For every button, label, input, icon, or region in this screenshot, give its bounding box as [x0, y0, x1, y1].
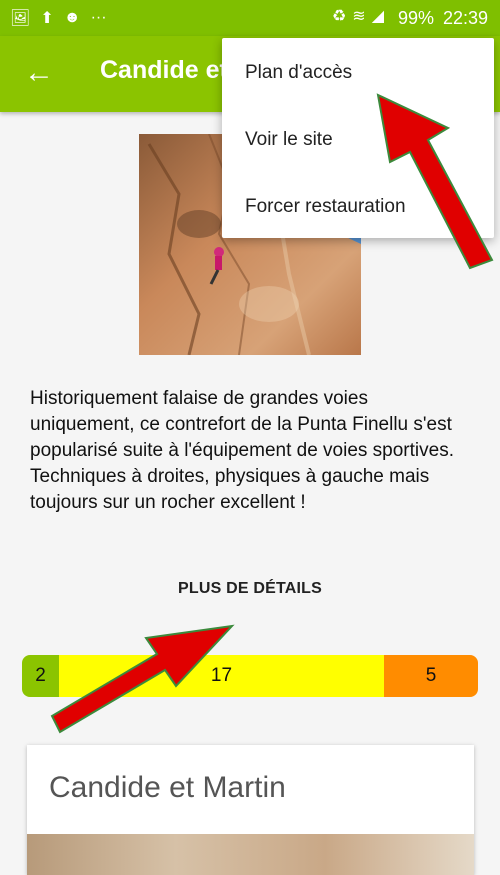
sector-card-photo [27, 834, 474, 875]
smiley-icon: ☻ [63, 9, 81, 26]
status-bar: 🖼 ⬆ ☻ ··· ♻ ≋ ◢ 99% 22:39 [0, 0, 500, 36]
upload-icon: ⬆ [40, 10, 54, 27]
level-segment-hard: 5 [384, 655, 478, 697]
level-segment-easy: 2 [22, 655, 59, 697]
wifi-icon: ≋ [352, 8, 366, 25]
level-segment-medium: 17 [59, 655, 384, 697]
sync-icon: ♻ [331, 8, 347, 25]
sector-card[interactable]: Candide et Martin [27, 745, 474, 875]
notification-icons: 🖼 ⬆ ☻ ··· [10, 7, 107, 29]
menu-item-voir-site[interactable]: Voir le site [245, 129, 333, 151]
arrow-left-icon: ← [24, 56, 54, 89]
clock: 22:39 [442, 8, 488, 28]
crag-description: Historiquement falaise de grandes voies … [30, 388, 454, 513]
menu-item-forcer-restauration[interactable]: Forcer restauration [245, 196, 406, 218]
overflow-menu: Plan d'accès Voir le site Forcer restaur… [222, 38, 494, 238]
sector-card-title: Candide et Martin [49, 771, 286, 804]
difficulty-distribution-bar: 2 17 5 [22, 655, 478, 697]
more-dots-icon: ··· [90, 9, 107, 26]
image-icon: 🖼 [10, 10, 31, 27]
menu-item-plan-acces[interactable]: Plan d'accès [245, 62, 352, 84]
back-button[interactable]: ← [22, 56, 56, 90]
more-details-button[interactable]: PLUS DE DÉTAILS [150, 580, 350, 606]
signal-icon: ◢ [371, 8, 384, 25]
battery-percent: 99% [397, 8, 434, 28]
system-icons: ♻ ≋ ◢ [332, 6, 384, 26]
